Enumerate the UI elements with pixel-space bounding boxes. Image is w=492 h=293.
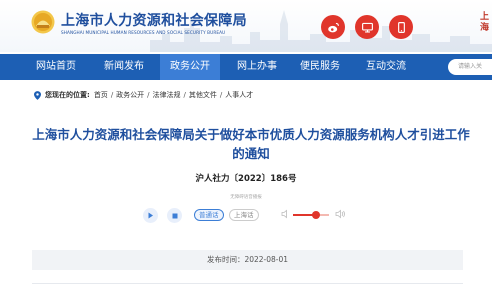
tts-note: 无障碍语音播报	[230, 195, 262, 200]
volume-slider-handle[interactable]	[312, 211, 321, 219]
search-input[interactable]: 请输入关	[448, 59, 492, 75]
voice-mandarin-option[interactable]: 普通话	[194, 209, 224, 221]
audio-player: 普通话 上海话	[143, 204, 358, 226]
stop-icon	[172, 213, 177, 218]
volume-high-icon[interactable]	[335, 209, 346, 219]
breadcrumb: 您现在的位置: 首页 / 政务公开 / 法律法规 / 其他文件 / 人事人才	[34, 90, 253, 100]
nav-item-online-services[interactable]: 网上办事	[237, 54, 277, 80]
nav-item-interaction[interactable]: 互动交流	[366, 54, 406, 80]
breadcrumb-government-affairs[interactable]: 政务公开	[116, 90, 144, 100]
corner-text: 上 海	[480, 12, 489, 34]
wechat-icon	[361, 22, 373, 33]
corner-text-value: 上 海	[480, 12, 490, 33]
volume-low-icon[interactable]	[281, 209, 291, 219]
location-pin-icon	[34, 90, 41, 100]
mobile-icon	[397, 21, 405, 33]
publish-time: 发布时间：2022-08-01	[32, 250, 463, 270]
breadcrumb-separator: /	[110, 91, 114, 99]
breadcrumb-personnel[interactable]: 人事人才	[225, 90, 253, 100]
nav-item-convenience[interactable]: 便民服务	[300, 54, 340, 80]
site-header: 上海市人力资源和社会保障局 SHANGHAI MUNICIPAL HUMAN R…	[0, 0, 492, 52]
main-nav: 网站首页 新闻发布 政务公开 网上办事 便民服务 互动交流 请输入关	[0, 54, 492, 80]
nav-item-home[interactable]: 网站首页	[36, 54, 76, 80]
play-icon	[148, 212, 153, 219]
breadcrumb-separator: /	[183, 91, 186, 99]
play-button[interactable]	[143, 208, 158, 223]
breadcrumb-laws[interactable]: 法律法规	[153, 90, 181, 100]
divider	[32, 283, 463, 284]
stop-button[interactable]	[167, 208, 182, 223]
document-number: 沪人社力〔2022〕186号	[195, 174, 297, 184]
site-title[interactable]: 上海市人力资源和社会保障局	[61, 10, 247, 30]
nav-item-news[interactable]: 新闻发布	[104, 54, 144, 80]
wechat-button[interactable]	[355, 15, 379, 39]
breadcrumb-separator: /	[219, 91, 223, 99]
bureau-logo[interactable]	[31, 10, 55, 34]
nav-item-government-affairs[interactable]: 政务公开	[160, 54, 220, 80]
volume-slider[interactable]	[293, 211, 329, 219]
breadcrumb-separator: /	[147, 91, 150, 99]
weibo-button[interactable]	[321, 15, 345, 39]
weibo-icon	[327, 22, 339, 32]
mobile-button[interactable]	[389, 15, 413, 39]
site-subtitle: SHANGHAI MUNICIPAL HUMAN RESOURCES AND S…	[61, 30, 226, 35]
breadcrumb-other-documents[interactable]: 其他文件	[189, 90, 217, 100]
breadcrumb-label: 您现在的位置:	[45, 91, 90, 99]
voice-shanghainese-option[interactable]: 上海话	[229, 209, 259, 221]
article-title: 上海市人力资源和社会保障局关于做好本市优质人力资源服务机构人才引进工作的通知	[32, 127, 470, 161]
breadcrumb-home[interactable]: 首页	[94, 90, 108, 100]
